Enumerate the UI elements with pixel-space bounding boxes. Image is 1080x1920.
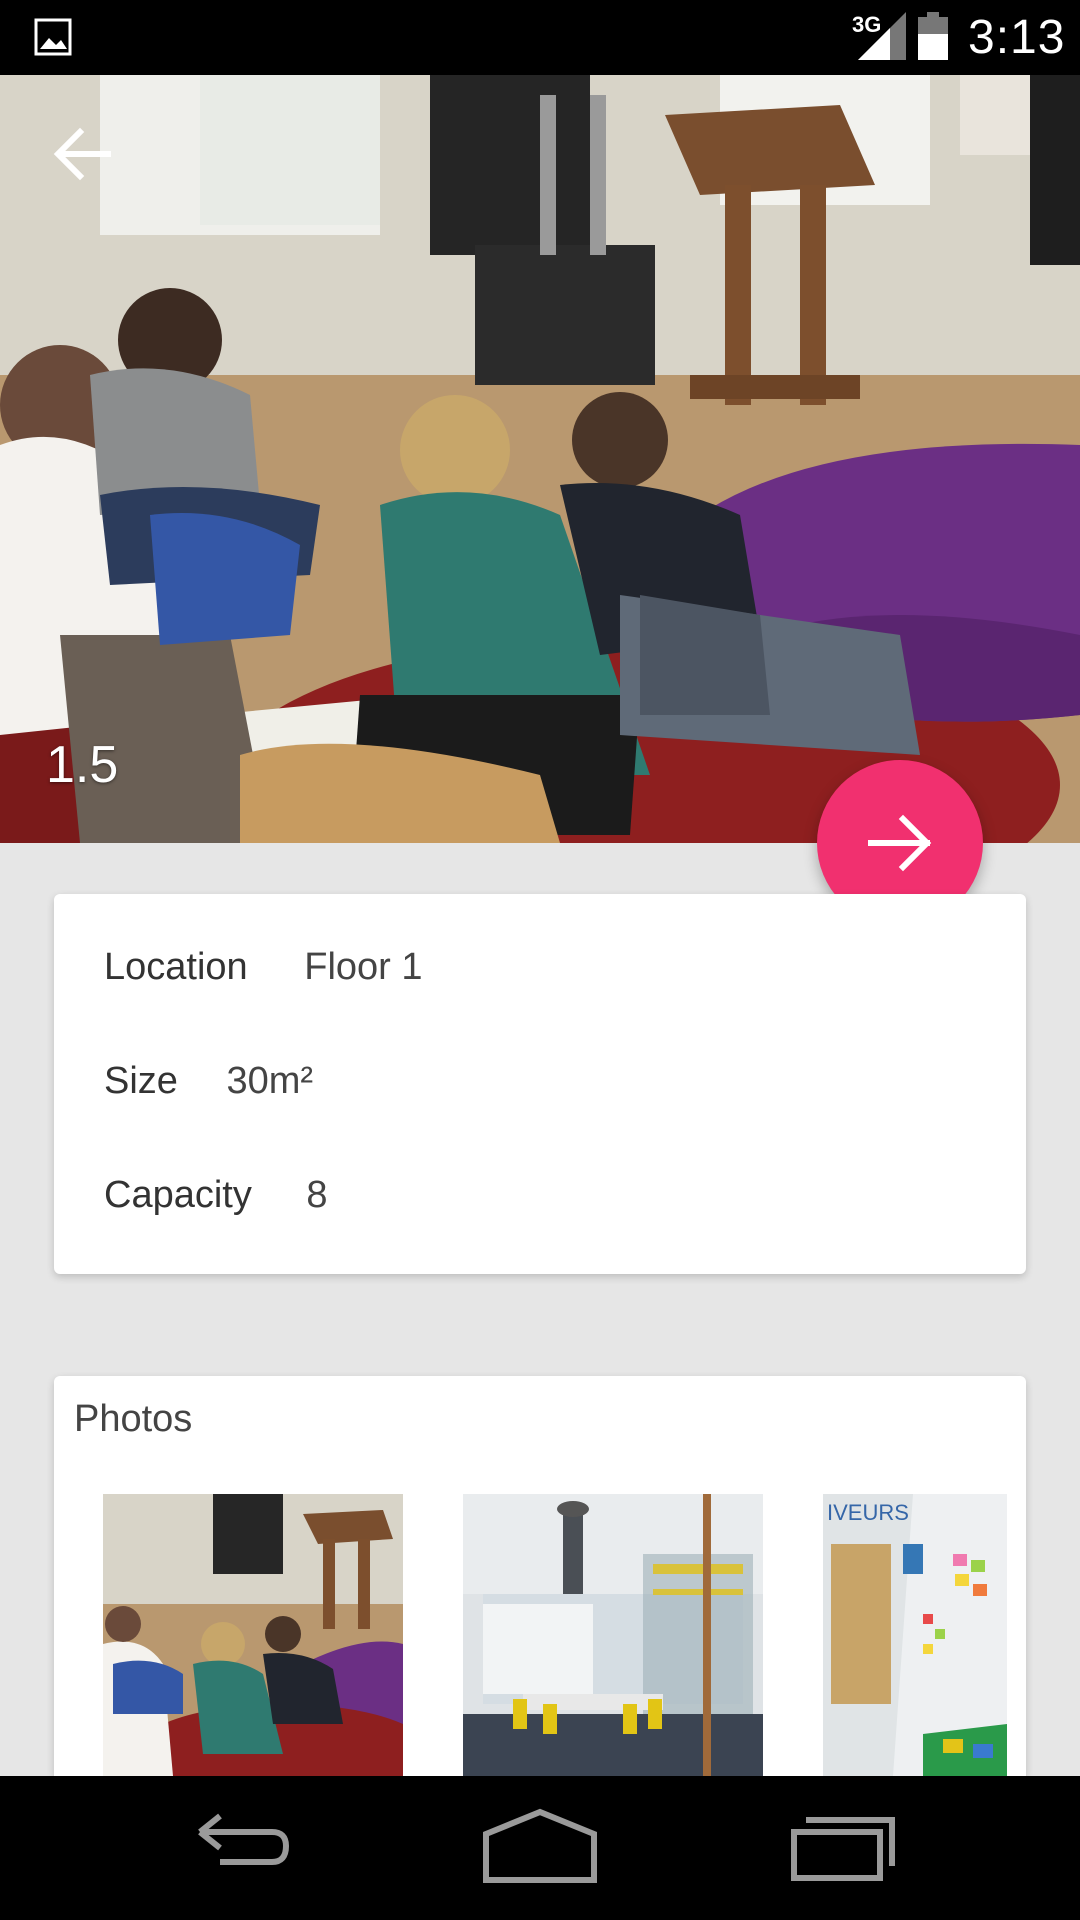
home-icon[interactable] [480, 1806, 600, 1886]
capacity-row: Capacity 8 [104, 1174, 328, 1217]
svg-text:IVEURS: IVEURS [827, 1500, 909, 1525]
signal-icon [858, 12, 906, 60]
workshop-photo [0, 75, 1080, 843]
capacity-label: Capacity [104, 1174, 252, 1216]
photo-thumbnail-conference-room[interactable] [463, 1494, 763, 1776]
photo-thumbnail-whiteboard[interactable]: IVEURS [823, 1494, 1007, 1776]
back-arrow-icon[interactable] [48, 118, 120, 190]
hero-image: 1.5 [0, 75, 1080, 843]
rating-value: 1.5 [46, 736, 119, 794]
photos-card: Photos IVEURS [54, 1376, 1026, 1776]
gallery-icon [34, 18, 72, 56]
arrow-right-icon [868, 814, 932, 872]
recent-apps-icon[interactable] [780, 1806, 900, 1886]
back-icon[interactable] [180, 1806, 300, 1886]
location-value: Floor 1 [304, 946, 423, 988]
photos-title: Photos [74, 1398, 193, 1440]
size-value: 30m² [226, 1060, 314, 1102]
photo-thumbnail-workshop[interactable] [103, 1494, 403, 1776]
status-bar: 3G 3:13 [0, 0, 1080, 75]
clock: 3:13 [968, 11, 1066, 64]
size-row: Size 30m² [104, 1060, 313, 1103]
navigation-bar [0, 1776, 1080, 1920]
location-row: Location Floor 1 [104, 946, 423, 989]
room-details-card: Location Floor 1 Size 30m² Capacity 8 [54, 894, 1026, 1274]
size-label: Size [104, 1060, 178, 1102]
capacity-value: 8 [306, 1174, 328, 1216]
location-label: Location [104, 946, 248, 988]
battery-icon [918, 12, 948, 60]
